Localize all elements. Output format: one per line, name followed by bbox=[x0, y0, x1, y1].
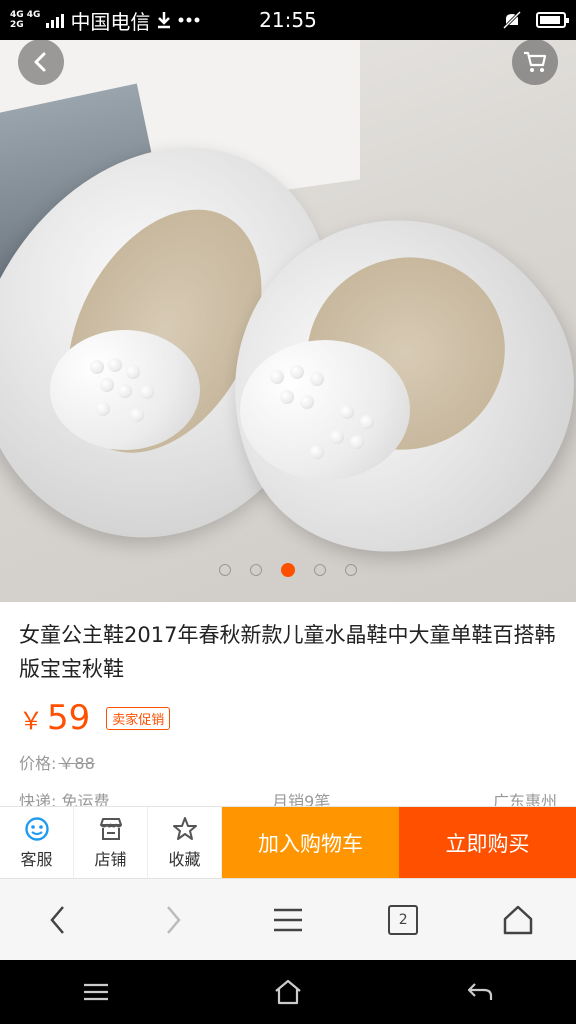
carrier-name: 中国电信 bbox=[70, 9, 151, 34]
pagination-dot-active[interactable] bbox=[281, 563, 295, 577]
browser-back-button[interactable] bbox=[28, 890, 88, 950]
browser-home-button[interactable] bbox=[488, 890, 548, 950]
status-bar: 4G 4G 2G 中国电信 21:55 bbox=[0, 0, 576, 40]
status-left: 4G 4G 2G 中国电信 bbox=[10, 6, 200, 35]
original-price-label: 价格: bbox=[19, 754, 57, 773]
chevron-left-icon bbox=[34, 52, 46, 72]
pagination-dot[interactable] bbox=[250, 564, 262, 576]
seller-location: 广东惠州 bbox=[492, 792, 557, 806]
shop-label: 店铺 bbox=[94, 849, 127, 869]
home-icon bbox=[504, 905, 533, 934]
pagination-dot[interactable] bbox=[345, 564, 357, 576]
browser-navigation-bar: 2 bbox=[0, 878, 576, 960]
battery-icon bbox=[536, 12, 569, 28]
download-icon bbox=[158, 12, 171, 29]
system-back-button[interactable] bbox=[450, 967, 510, 1017]
shop-button[interactable]: 店铺 bbox=[74, 807, 148, 878]
product-image-gallery[interactable] bbox=[0, 40, 576, 602]
tab-count: 2 bbox=[388, 904, 419, 935]
back-arrow-icon bbox=[467, 983, 493, 1000]
customer-service-button[interactable]: 客服 bbox=[0, 807, 74, 878]
chevron-left-icon bbox=[49, 905, 64, 934]
monthly-sales: 月销9笔 bbox=[272, 792, 331, 806]
meta-row: 快递: 免运费 月销9笔 广东惠州 bbox=[19, 788, 557, 806]
network-type: 4G 4G 2G bbox=[10, 10, 40, 30]
browser-forward-button[interactable] bbox=[143, 890, 203, 950]
browser-menu-button[interactable] bbox=[258, 890, 318, 950]
browser-tabs-button[interactable]: 2 bbox=[373, 890, 433, 950]
home-icon bbox=[275, 979, 301, 1005]
cart-icon bbox=[524, 51, 547, 72]
product-info: 女童公主鞋2017年春秋新款儿童水晶鞋中大童单鞋百搭韩版宝宝秋鞋 ￥ 59 卖家… bbox=[0, 602, 576, 806]
network-top: 4G 4G bbox=[10, 10, 41, 20]
chevron-right-icon bbox=[166, 905, 181, 934]
buy-now-button[interactable]: 立即购买 bbox=[399, 807, 576, 878]
shipping-info: 快递: 免运费 bbox=[19, 792, 110, 806]
action-bar: 客服 店铺 收藏 加入购物车 立即购买 bbox=[0, 806, 576, 878]
back-button[interactable] bbox=[18, 40, 64, 85]
system-navigation-bar bbox=[0, 960, 576, 1024]
original-price-row: 价格: ￥88 bbox=[19, 750, 557, 774]
system-menu-button[interactable] bbox=[66, 967, 126, 1017]
product-price: ￥ 59 bbox=[19, 698, 90, 738]
gallery-pagination bbox=[0, 563, 576, 577]
star-icon bbox=[172, 816, 197, 840]
cart-button[interactable] bbox=[512, 40, 558, 85]
customer-service-label: 客服 bbox=[20, 849, 53, 869]
promo-badge: 卖家促销 bbox=[106, 706, 171, 730]
signal-icon bbox=[46, 12, 65, 28]
system-home-button[interactable] bbox=[258, 967, 318, 1017]
price-value: 59 bbox=[47, 698, 91, 738]
original-price: ￥88 bbox=[58, 754, 95, 773]
customer-service-icon bbox=[24, 816, 49, 841]
more-icon bbox=[178, 17, 200, 23]
favorite-button[interactable]: 收藏 bbox=[148, 807, 222, 878]
menu-icon bbox=[273, 908, 302, 931]
favorite-label: 收藏 bbox=[168, 849, 201, 869]
pagination-dot[interactable] bbox=[219, 564, 231, 576]
shop-icon bbox=[99, 817, 122, 840]
mute-icon bbox=[502, 10, 522, 30]
product-title: 女童公主鞋2017年春秋新款儿童水晶鞋中大童单鞋百搭韩版宝宝秋鞋 bbox=[19, 623, 556, 681]
network-bottom: 2G bbox=[10, 20, 24, 30]
add-to-cart-button[interactable]: 加入购物车 bbox=[222, 807, 399, 878]
pagination-dot[interactable] bbox=[314, 564, 326, 576]
price-row: ￥ 59 卖家促销 bbox=[19, 698, 557, 738]
menu-icon bbox=[84, 983, 108, 1001]
status-right bbox=[502, 10, 569, 30]
pearl-bow-right bbox=[240, 340, 410, 480]
currency-symbol: ￥ bbox=[19, 707, 43, 735]
